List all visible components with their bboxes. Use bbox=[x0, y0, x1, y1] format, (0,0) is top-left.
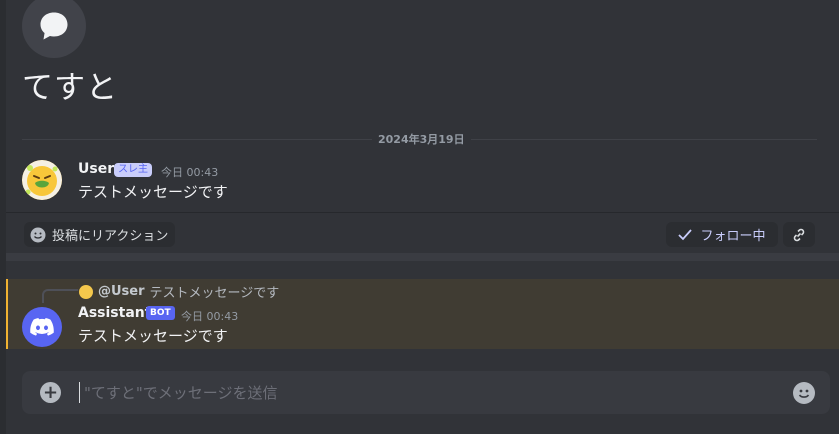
reply-spine bbox=[42, 289, 78, 303]
smiley-icon bbox=[30, 227, 46, 242]
reply-mention[interactable]: @User bbox=[98, 284, 145, 299]
date-label: 2024年3月19日 bbox=[372, 131, 471, 147]
reply-text: テストメッセージです bbox=[149, 286, 280, 301]
checkmark-icon bbox=[678, 228, 693, 240]
link-icon bbox=[793, 228, 805, 241]
user-avatar[interactable] bbox=[22, 160, 62, 200]
bot-avatar[interactable] bbox=[22, 307, 62, 347]
separator bbox=[6, 212, 839, 213]
message-input[interactable] bbox=[82, 377, 786, 409]
add-reaction-button[interactable]: 投稿にリアクション bbox=[24, 222, 176, 247]
thread-owner-badge: スレ主 bbox=[114, 163, 152, 177]
reply-avatar-icon bbox=[79, 284, 93, 299]
smiley-icon bbox=[798, 389, 810, 398]
emoji-picker-button[interactable] bbox=[793, 382, 815, 404]
thread-separator-bar bbox=[6, 253, 839, 261]
thread-icon bbox=[22, 0, 86, 58]
add-attachment-button[interactable]: + bbox=[40, 382, 61, 403]
follow-button[interactable]: フォロー中 bbox=[666, 222, 778, 247]
message-timestamp: 今日 00:43 bbox=[181, 310, 239, 323]
nauseated-face-icon bbox=[22, 160, 62, 200]
message-timestamp: 今日 00:43 bbox=[161, 166, 219, 179]
copy-link-button[interactable] bbox=[783, 222, 815, 247]
message-text: テストメッセージです bbox=[78, 183, 228, 201]
message-author[interactable]: User bbox=[78, 161, 114, 177]
thread-title: てすと bbox=[22, 70, 118, 106]
plus-icon: + bbox=[42, 381, 59, 403]
message-composer: + bbox=[22, 371, 830, 414]
speech-bubble-icon bbox=[40, 12, 68, 40]
reply-preview[interactable]: @User テストメッセージです bbox=[79, 282, 279, 301]
bot-badge: BOT bbox=[146, 306, 175, 320]
message-author[interactable]: Assistant bbox=[78, 305, 151, 321]
add-reaction-label: 投稿にリアクション bbox=[52, 229, 169, 244]
discord-logo-icon bbox=[30, 318, 54, 336]
follow-label: フォロー中 bbox=[700, 229, 766, 244]
text-caret bbox=[79, 382, 80, 403]
message-text: テストメッセージです bbox=[78, 327, 228, 345]
left-rail bbox=[0, 0, 6, 434]
